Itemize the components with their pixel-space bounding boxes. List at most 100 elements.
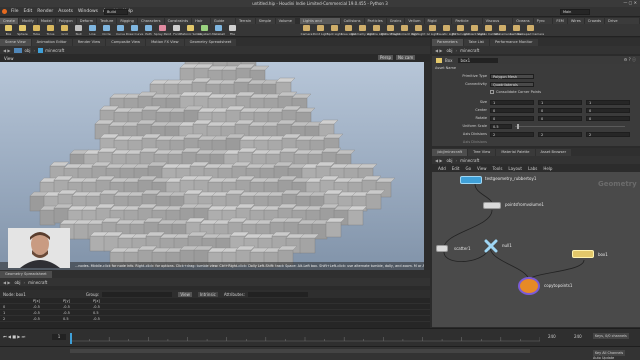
tool-metaball[interactable]: Metaball <box>212 24 225 36</box>
net-menu-add[interactable]: Add <box>438 166 446 171</box>
user-select[interactable]: Main <box>560 9 590 15</box>
tool-environment-light[interactable]: Environment Light <box>391 24 418 36</box>
node-testgeometry[interactable] <box>460 176 482 184</box>
tool-l-system[interactable]: L-System <box>198 24 211 36</box>
tab-composite-view[interactable]: Composite View <box>106 38 146 46</box>
shelf-tab-rigid-bodies[interactable]: Rigid Bodies <box>424 17 452 24</box>
center-field-y[interactable]: 0 <box>538 107 582 113</box>
shelf-tab-pyro-fx[interactable]: Pyro FX <box>533 17 553 24</box>
tool-torus[interactable]: Torus <box>44 24 57 36</box>
shelf-tab-lights-and-cameras[interactable]: Lights and Cameras <box>300 17 340 24</box>
shelf-tab-model[interactable]: Model <box>37 17 55 24</box>
group-field[interactable] <box>102 291 173 297</box>
size-field-y[interactable]: 1 <box>538 99 582 105</box>
shelf-tab-volume[interactable]: Volume <box>275 17 295 24</box>
menu-file[interactable]: File <box>11 9 19 14</box>
rotate-field-x[interactable]: 0 <box>490 115 534 121</box>
timeline[interactable]: ⏮ ◀ ■ ▶ ⏭ 1 240 240 Keys, 0/0 channels <box>0 328 640 346</box>
timeline-ruler[interactable] <box>70 331 540 345</box>
uniform-scale-field[interactable]: 0.5 <box>490 123 512 129</box>
window-controls[interactable]: — ▢ ✕ <box>623 0 637 5</box>
rotate-field-z[interactable]: 0 <box>586 115 630 121</box>
current-frame-field[interactable]: 1 <box>52 334 66 340</box>
shelf-tab-characters[interactable]: Characters <box>137 17 164 24</box>
center-field-z[interactable]: 0 <box>586 107 630 113</box>
path-context[interactable]: obj <box>24 48 30 53</box>
tab-material-palette[interactable]: Material Palette <box>496 148 535 156</box>
shelf-tab-rigging[interactable]: Rigging <box>117 17 137 24</box>
tool-grid[interactable]: Grid <box>58 24 71 36</box>
range-start-field[interactable]: 240 <box>548 334 556 339</box>
persp-menu[interactable]: Persp <box>378 55 393 60</box>
tab-asset-browser[interactable]: Asset Browser <box>535 148 572 156</box>
node-copytopoints[interactable] <box>518 277 540 295</box>
tab-tree-view[interactable]: Tree View <box>468 148 496 156</box>
shelf-tab-particle-fluids[interactable]: Particle Fluids <box>452 17 482 24</box>
tool-spray-paint[interactable]: Spray Paint <box>154 24 171 36</box>
net-menu-edit[interactable]: Edit <box>452 166 460 171</box>
path-context[interactable]: obj <box>14 280 20 285</box>
shelf-tab-constraints[interactable]: Constraints <box>164 17 192 24</box>
tool-vr-camera[interactable]: VR Camera <box>494 24 511 36</box>
shelf-tab-grains[interactable]: Grains <box>386 17 405 24</box>
tool-stereo-camera[interactable]: Stereo Camera <box>477 24 500 36</box>
shelf-tab-deform[interactable]: Deform <box>76 17 97 24</box>
path-node[interactable]: minecraft <box>460 158 479 163</box>
node-pointsfromvolume[interactable] <box>483 202 501 209</box>
size-field-x[interactable]: 1 <box>490 99 534 105</box>
tool-box[interactable]: Box <box>2 24 15 36</box>
back-icon[interactable]: ◀ ▶ <box>3 280 10 285</box>
net-menu-go[interactable]: Go <box>466 166 472 171</box>
range-end-field[interactable]: 240 <box>574 334 582 339</box>
tab-animation-editor[interactable]: Animation Editor <box>31 38 72 46</box>
tab-geometry-spreadsheet[interactable]: Geometry Spreadsheet <box>184 38 237 46</box>
path-node[interactable]: minecraft <box>460 48 479 53</box>
shelf-tab-particles[interactable]: Particles <box>364 17 386 24</box>
back-icon[interactable]: ◀ ▶ <box>435 48 442 53</box>
tool-camera[interactable]: Camera <box>300 24 313 36</box>
shelf-tab-texture[interactable]: Texture <box>97 17 117 24</box>
tool-tube[interactable]: Tube <box>30 24 43 36</box>
back-icon[interactable]: ◀ ▶ <box>435 158 442 163</box>
path-node[interactable]: minecraft <box>28 280 47 285</box>
shelf-tab-terrain-fx[interactable]: Terrain FX <box>235 17 255 24</box>
shelf-tab-create[interactable]: Create <box>0 17 18 24</box>
net-menu-help[interactable]: Help <box>543 166 552 171</box>
keys-status[interactable]: Keys, 0/0 channels <box>593 333 629 339</box>
shelf-tab-simple-fx[interactable]: Simple FX <box>255 17 275 24</box>
shelf-tab-hair-utils[interactable]: Hair Utils <box>192 17 210 24</box>
tab-performance-monitor[interactable]: Performance Monitor <box>489 38 538 46</box>
shelf-tab-viscous-fluids[interactable]: Viscous Fluids <box>482 17 513 24</box>
shelf-tab-guide-process[interactable]: Guide Process <box>210 17 235 24</box>
tab-parameters[interactable]: Parameters <box>432 38 463 46</box>
playback-controls[interactable]: ⏮ ◀ ■ ▶ ⏭ <box>3 334 25 339</box>
shelf-tab-oceans[interactable]: Oceans <box>513 17 533 24</box>
node-scatter[interactable] <box>436 245 448 252</box>
net-menu-view[interactable]: View <box>477 166 487 171</box>
rotate-field-y[interactable]: 0 <box>538 115 582 121</box>
primitive-type-menu[interactable]: Polygon Mesh <box>490 73 534 79</box>
tool-sky-light[interactable]: Sky Light <box>412 24 425 36</box>
node-name-field[interactable]: box1 <box>458 57 499 63</box>
tab-scene-view[interactable]: Scene View <box>0 38 31 46</box>
tool-spot-light[interactable]: Spot Light <box>327 24 342 36</box>
menu-edit[interactable]: Edit <box>24 9 33 14</box>
range-slider[interactable] <box>70 349 530 353</box>
gear-icon[interactable]: ⚙ ? ⓘ <box>624 57 636 63</box>
menu-assets[interactable]: Assets <box>58 9 73 14</box>
play-controls-icon[interactable]: ⏮ ◀ ■ ▶ ⏭ <box>3 334 25 339</box>
tool-draw-curve[interactable]: Draw Curve <box>126 24 143 36</box>
shelf-tab-polygon[interactable]: Polygon <box>55 17 76 24</box>
connectivity-menu[interactable]: Quadrilaterals <box>490 81 534 87</box>
shelf-tab-crowds[interactable]: Crowds <box>584 17 604 24</box>
camera-menu[interactable]: No cam <box>396 55 416 60</box>
tool-gamepad-camera[interactable]: Gamepad Camera <box>517 24 544 36</box>
tool-circle[interactable]: Circle <box>100 24 113 36</box>
shelf-tab-drive-simulation[interactable]: Drive Simulation <box>605 17 639 24</box>
consolidate-checkbox[interactable] <box>490 90 494 94</box>
intrinsic-toggle[interactable]: Intrinsic <box>197 291 218 297</box>
back-icon[interactable]: ◀ ▶ <box>3 48 10 53</box>
slider-handle[interactable] <box>517 123 519 129</box>
tab-motion-fx-view[interactable]: Motion FX View <box>146 38 184 46</box>
viewport-display-toolbar[interactable] <box>424 62 430 270</box>
